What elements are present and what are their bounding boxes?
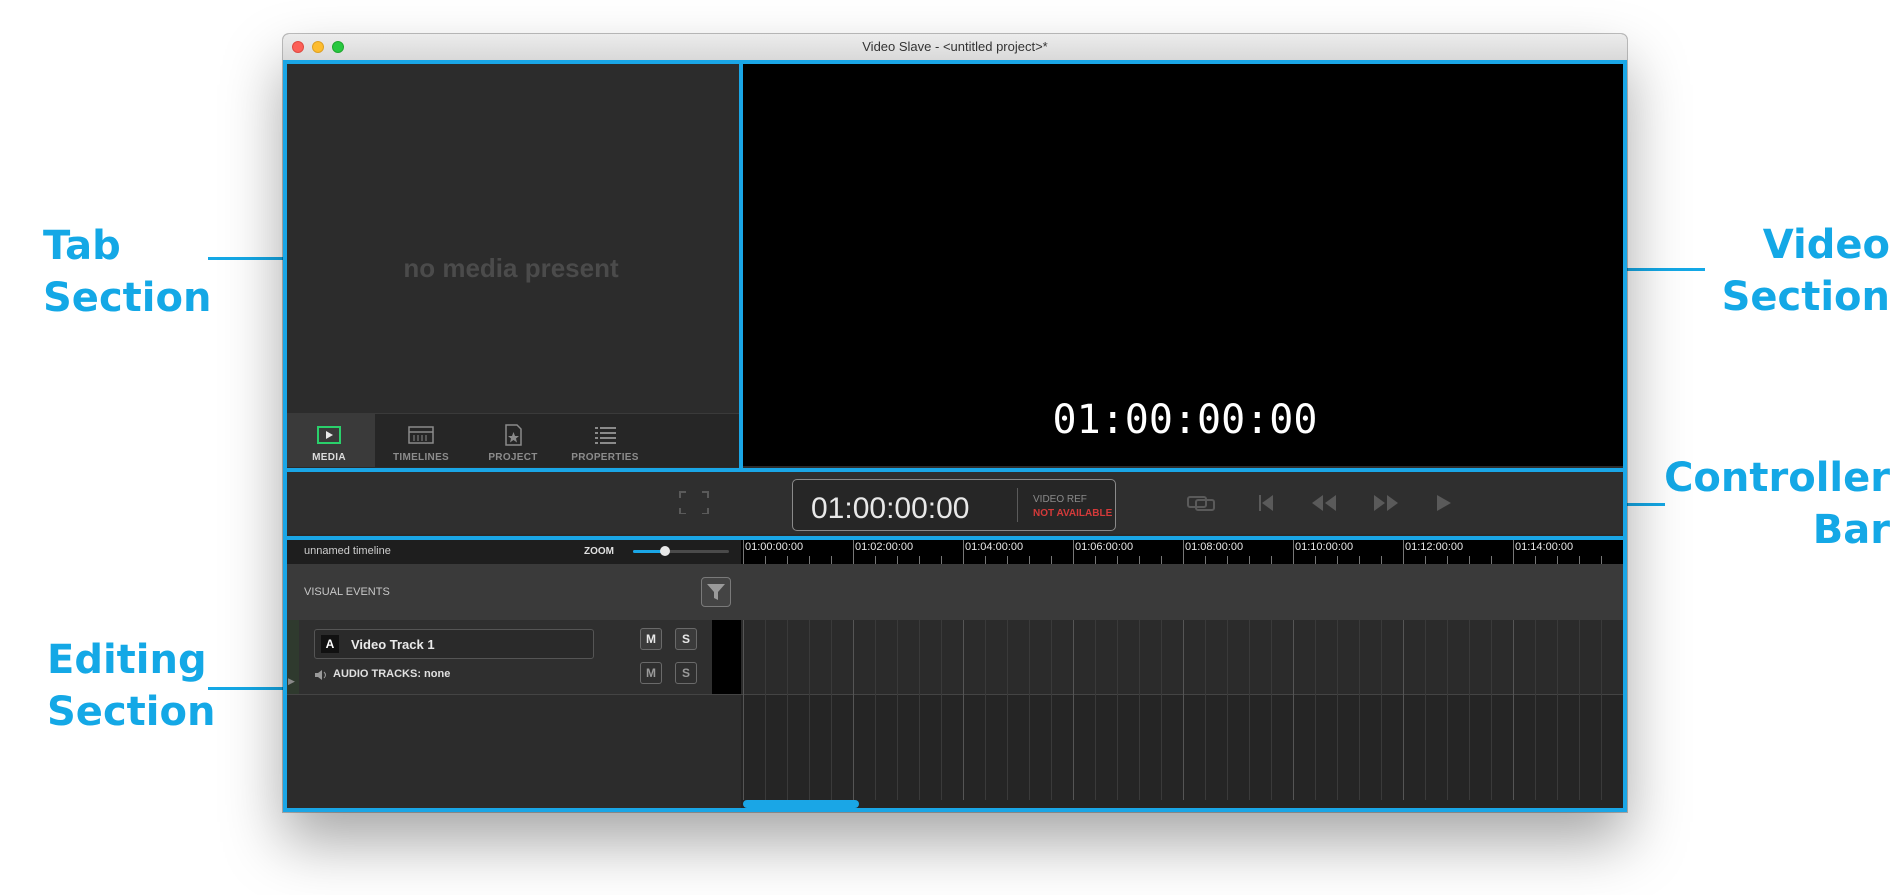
controller-bar-frame: [283, 468, 1627, 540]
callout-connector: [1625, 268, 1705, 271]
callout-video-section: Video Section: [1722, 219, 1890, 323]
window-title: Video Slave - <untitled project>*: [862, 39, 1048, 54]
callout-connector: [208, 257, 286, 260]
callout-line-1: Controller: [1664, 455, 1890, 501]
callout-line-2: Section: [47, 689, 216, 735]
callout-line-1: Editing: [47, 637, 207, 683]
title-bar: Video Slave - <untitled project>*: [283, 34, 1627, 61]
callout-line-2: Bar: [1812, 507, 1890, 553]
callout-line-2: Section: [43, 275, 212, 321]
editing-section-frame: [283, 536, 1627, 812]
video-section-frame: [739, 60, 1627, 472]
tab-section-frame: [283, 60, 743, 472]
callout-controller-bar: Controller Bar: [1664, 452, 1890, 556]
callout-line-1: Tab: [43, 223, 121, 269]
callout-line-2: Section: [1721, 274, 1890, 320]
callout-connector: [1625, 503, 1665, 506]
callout-line-1: Video: [1762, 222, 1890, 268]
app-window: Video Slave - <untitled project>* no med…: [283, 34, 1627, 812]
callout-editing-section: Editing Section: [47, 634, 215, 738]
callout-connector: [208, 687, 286, 690]
callout-tab-section: Tab Section: [43, 220, 211, 324]
